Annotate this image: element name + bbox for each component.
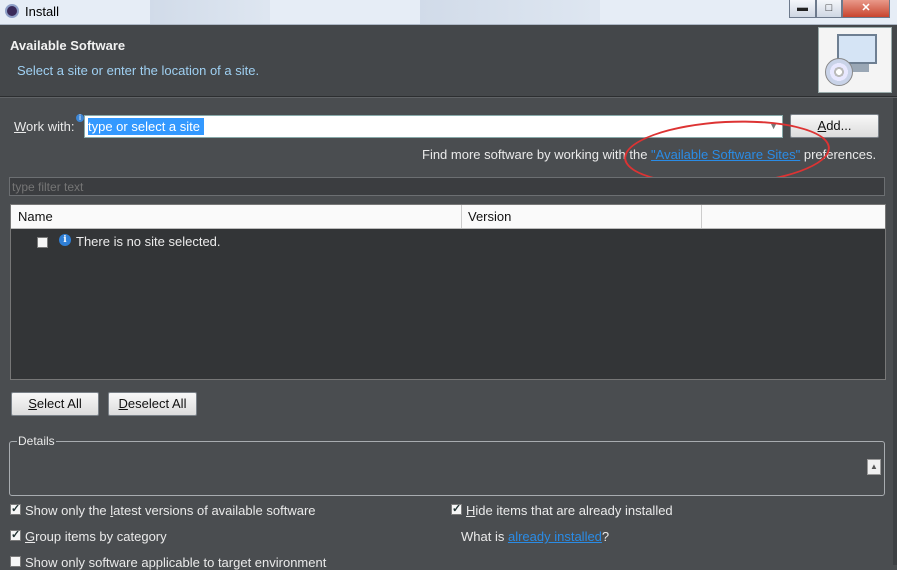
window-title: Install — [25, 4, 59, 19]
table-row[interactable]: i There is no site selected. — [11, 229, 885, 249]
column-divider[interactable] — [701, 205, 702, 228]
group-by-category-checkbox[interactable] — [10, 528, 21, 541]
row-name: There is no site selected. — [76, 234, 221, 249]
details-group: Details ▲ — [9, 434, 885, 496]
window-edge — [893, 98, 897, 565]
filter-field[interactable] — [9, 177, 885, 196]
background-blur — [150, 0, 270, 24]
column-header-name[interactable]: Name — [18, 209, 53, 224]
row-checkbox[interactable] — [37, 237, 48, 248]
header-divider — [0, 97, 897, 98]
details-legend: Details — [17, 434, 56, 448]
column-divider[interactable] — [461, 205, 462, 228]
filter-input[interactable] — [10, 178, 884, 195]
hide-installed-checkbox[interactable] — [451, 502, 462, 515]
applicable-target-checkbox[interactable] — [10, 556, 21, 567]
hide-installed-label[interactable]: Hide items that are already installed — [466, 503, 673, 518]
cd-monitor-icon — [818, 27, 892, 93]
minimize-button[interactable]: ▬ — [789, 0, 816, 18]
scroll-up-arrow-icon[interactable]: ▲ — [867, 459, 881, 475]
software-table[interactable]: Name Version i There is no site selected… — [10, 204, 886, 380]
what-is-installed-text: What is already installed? — [461, 529, 610, 544]
eclipse-app-icon — [5, 4, 19, 18]
latest-versions-label[interactable]: Show only the latest versions of availab… — [25, 503, 316, 518]
latest-versions-checkbox[interactable] — [10, 502, 21, 515]
applicable-target-label[interactable]: Show only software applicable to target … — [25, 555, 326, 570]
info-badge-icon: i — [76, 114, 84, 122]
cd-disc-icon — [825, 58, 853, 86]
close-button[interactable]: ✕ — [842, 0, 890, 18]
select-all-button[interactable]: Select All — [11, 392, 99, 416]
column-header-version[interactable]: Version — [468, 209, 511, 224]
window-titlebar[interactable]: Install ▬ □ ✕ — [0, 0, 897, 25]
group-by-category-label[interactable]: Group items by category — [25, 529, 167, 544]
deselect-all-button[interactable]: Deselect All — [108, 392, 197, 416]
info-icon: i — [59, 234, 71, 246]
background-blur — [420, 0, 600, 24]
work-with-label: Work with: — [14, 119, 75, 134]
wizard-header: Available Software Select a site or ente… — [0, 25, 897, 97]
already-installed-link[interactable]: already installed — [508, 529, 602, 544]
maximize-button[interactable]: □ — [816, 0, 842, 18]
page-title: Available Software — [10, 38, 126, 53]
table-header: Name Version — [11, 205, 885, 229]
page-subtitle: Select a site or enter the location of a… — [17, 63, 260, 78]
